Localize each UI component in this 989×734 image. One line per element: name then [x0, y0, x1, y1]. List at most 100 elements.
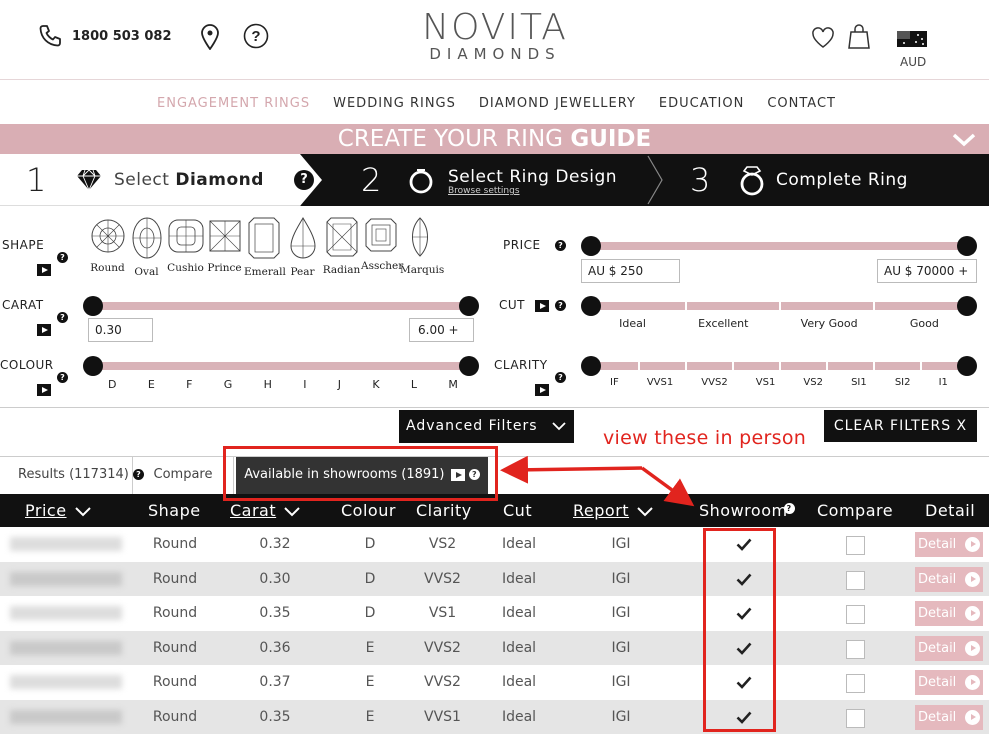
currency-label[interactable]: AUD [900, 55, 926, 69]
cell-colour: D [364, 605, 376, 621]
shape-pear[interactable]: Pear [283, 216, 322, 278]
chevron-down-icon[interactable] [951, 129, 977, 149]
video-play-icon[interactable] [37, 384, 51, 396]
colour-slider-track[interactable] [93, 362, 469, 370]
nav-contact[interactable]: CONTACT [767, 96, 836, 111]
table-row[interactable]: Round 0.37 E VVS2 Ideal IGI Detail [0, 665, 989, 700]
column-header-price[interactable]: Price [25, 494, 91, 527]
phone-link[interactable]: 1800 503 082 [38, 24, 172, 48]
help-icon[interactable]: ? [57, 252, 68, 263]
colour-min-handle[interactable] [83, 356, 103, 376]
help-icon[interactable]: ? [243, 23, 269, 49]
cut-max-handle[interactable] [957, 296, 977, 316]
price-min-handle[interactable] [581, 236, 601, 256]
clarity-label: CLARITY [494, 358, 548, 372]
nav-education[interactable]: EDUCATION [659, 96, 744, 111]
shape-marquise[interactable]: Marquis [400, 216, 445, 278]
video-play-icon[interactable] [37, 264, 51, 276]
detail-button[interactable]: Detail [915, 601, 983, 626]
colour-max-handle[interactable] [459, 356, 479, 376]
detail-button[interactable]: Detail [915, 635, 983, 661]
cut-grade: Very Good [800, 317, 858, 330]
shape-emerald[interactable]: Emerall [244, 216, 286, 278]
colour-scale: D E F G H I J K L M [108, 378, 458, 391]
help-icon[interactable]: ? [555, 300, 566, 311]
shape-radiant[interactable]: Radian [322, 216, 361, 278]
colour-grade: D [108, 378, 117, 391]
price-min-input[interactable]: AU $ 250 [581, 259, 680, 283]
price-max-handle[interactable] [957, 236, 977, 256]
compare-checkbox[interactable] [846, 605, 865, 624]
novita-logo[interactable]: NOVITA DIAMONDS [400, 8, 590, 63]
shape-round[interactable]: Round [88, 216, 127, 278]
cell-carat: 0.35 [259, 605, 291, 621]
carat-min-handle[interactable] [83, 296, 103, 316]
shape-name: Marquis [400, 264, 445, 276]
clarity-min-handle[interactable] [581, 356, 601, 376]
tab-results[interactable]: Results (117314) ? [18, 457, 144, 495]
oval-diamond-icon [132, 217, 161, 259]
table-row[interactable]: Round 0.30 D VVS2 Ideal IGI Detail [0, 561, 989, 596]
clarity-grade: VVS2 [701, 377, 728, 388]
video-play-icon[interactable] [37, 324, 51, 336]
help-icon[interactable]: ? [555, 240, 566, 251]
cut-min-handle[interactable] [581, 296, 601, 316]
track-separator [873, 301, 875, 311]
heart-icon[interactable] [811, 27, 835, 49]
cell-report: IGI [611, 605, 631, 621]
ring-guide-banner[interactable]: CREATE YOUR RING GUIDE [0, 124, 989, 154]
clarity-grade: I1 [938, 377, 948, 388]
shape-oval[interactable]: Oval [127, 216, 166, 278]
shape-label: SHAPE [2, 238, 45, 252]
carat-min-input[interactable]: 0.30 [88, 318, 153, 342]
step-complete-ring[interactable]: Complete Ring [776, 154, 908, 206]
compare-checkbox[interactable] [846, 639, 865, 659]
compare-checkbox[interactable] [846, 570, 865, 590]
carat-slider-track[interactable] [93, 302, 469, 310]
shape-asscher[interactable]: Asscher [361, 216, 403, 278]
tab-compare[interactable]: Compare [132, 457, 234, 495]
compare-checkbox[interactable] [846, 708, 865, 728]
price-max-input[interactable]: AU $ 70000 + [877, 259, 977, 283]
help-icon[interactable]: ? [57, 372, 68, 383]
help-icon[interactable]: ? [555, 372, 566, 383]
table-row[interactable]: Round 0.36 E VVS2 Ideal IGI Detail [0, 630, 989, 665]
compare-checkbox[interactable] [846, 536, 865, 555]
colour-grade: K [372, 378, 380, 391]
nav-diamond-jewellery[interactable]: DIAMOND JEWELLERY [479, 96, 636, 111]
table-row[interactable]: Round 0.35 E VVS1 Ideal IGI Detail [0, 699, 989, 734]
price-value-redacted [10, 709, 122, 724]
browse-settings-link[interactable]: Browse settings [448, 186, 520, 196]
table-row[interactable]: Round 0.32 D VS2 Ideal IGI Detail [0, 527, 989, 562]
shape-princess[interactable]: Prince [205, 216, 244, 278]
nav-engagement-rings[interactable]: ENGAGEMENT RINGS [157, 96, 310, 111]
cell-clarity: VS2 [428, 536, 457, 552]
australia-flag-icon[interactable] [897, 31, 927, 47]
carat-max-handle[interactable] [459, 296, 479, 316]
cell-clarity: VVS2 [424, 674, 461, 690]
video-play-icon[interactable] [535, 300, 549, 312]
price-slider-track[interactable] [591, 242, 967, 250]
shopping-bag-icon[interactable] [848, 23, 870, 49]
advanced-filters-button[interactable]: Advanced Filters [399, 410, 574, 443]
cushion-diamond-icon [168, 219, 203, 253]
shape-cushion[interactable]: Cushio [166, 216, 205, 278]
step-select-diamond[interactable]: 1 Select Diamond ? [0, 154, 322, 206]
help-icon[interactable]: ? [294, 170, 314, 190]
detail-button[interactable]: Detail [915, 532, 983, 557]
clarity-max-handle[interactable] [957, 356, 977, 376]
compare-checkbox[interactable] [846, 674, 865, 693]
detail-button[interactable]: Detail [915, 704, 983, 730]
nav-wedding-rings[interactable]: WEDDING RINGS [333, 96, 456, 111]
location-pin-icon[interactable] [200, 24, 220, 50]
table-row[interactable]: Round 0.35 D VS1 Ideal IGI Detail [0, 596, 989, 631]
step-select-ring-design[interactable]: Select Ring Design [448, 167, 617, 187]
column-header-report[interactable]: Report [573, 494, 653, 527]
detail-button[interactable]: Detail [915, 670, 983, 695]
help-icon[interactable]: ? [783, 503, 795, 514]
detail-button[interactable]: Detail [915, 566, 983, 592]
help-icon[interactable]: ? [57, 312, 68, 323]
clear-filters-button[interactable]: CLEAR FILTERS X [824, 410, 977, 442]
video-play-icon[interactable] [535, 384, 549, 396]
carat-max-input[interactable]: 6.00 + [409, 318, 474, 342]
